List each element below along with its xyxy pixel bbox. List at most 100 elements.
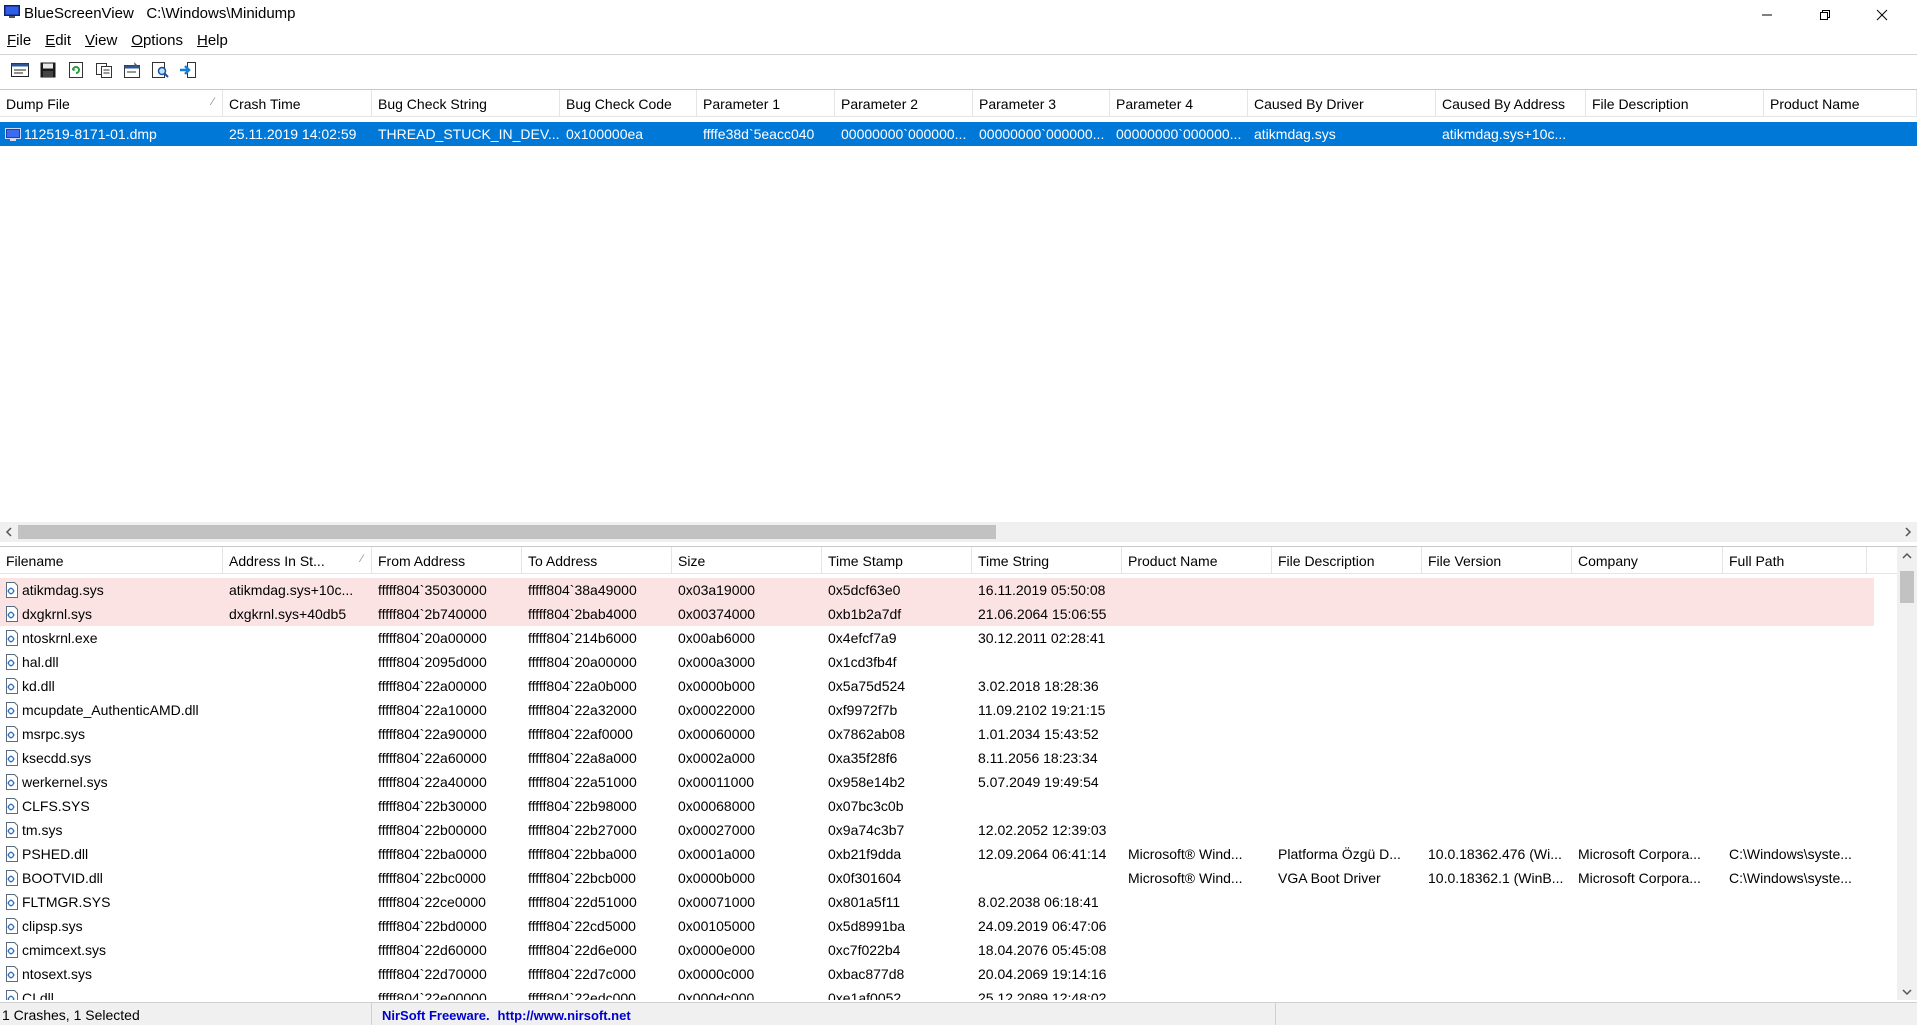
col-dump-file[interactable]: Dump File ∕ bbox=[0, 90, 223, 117]
vertical-scroll-thumb[interactable] bbox=[1900, 571, 1914, 603]
driver-file-icon bbox=[5, 606, 19, 625]
file-description-cell bbox=[1272, 818, 1422, 842]
close-button[interactable] bbox=[1859, 0, 1905, 30]
nirsoft-url-link[interactable]: http://www.nirsoft.net bbox=[494, 1008, 631, 1023]
col-parameter-4[interactable]: Parameter 4 bbox=[1110, 90, 1248, 117]
driver-row[interactable]: tm.sys fffff804`22b00000 fffff804`22b27000… bbox=[0, 818, 1917, 842]
col-bug-check-code[interactable]: Bug Check Code bbox=[560, 90, 697, 117]
minimize-button[interactable] bbox=[1744, 0, 1790, 30]
driver-row[interactable]: PSHED.dll fffff804`22ba0000 fffff804`22bba… bbox=[0, 842, 1917, 866]
col-parameter-2[interactable]: Parameter 2 bbox=[835, 90, 973, 117]
col-product-name[interactable]: Product Name bbox=[1764, 90, 1917, 117]
address-in-stack-cell: dxgkrnl.sys+40db5 bbox=[229, 606, 347, 622]
col-time-stamp[interactable]: Time Stamp bbox=[822, 547, 972, 574]
driver-row[interactable]: ksecdd.sys fffff804`22a60000 fffff804`22a8… bbox=[0, 746, 1917, 770]
col-from-address-label: From Address bbox=[378, 553, 466, 569]
col-crash-time[interactable]: Crash Time bbox=[223, 90, 372, 117]
app-name: BlueScreenView bbox=[24, 5, 134, 22]
product-name-cell bbox=[1122, 962, 1272, 986]
col-file-description[interactable]: File Description bbox=[1272, 547, 1422, 574]
file-version-cell bbox=[1422, 650, 1572, 674]
size-cell: 0x0000e000 bbox=[678, 942, 756, 958]
col-size[interactable]: Size bbox=[672, 547, 822, 574]
col-caused-by-driver[interactable]: Caused By Driver bbox=[1248, 90, 1436, 117]
full-path-cell bbox=[1723, 986, 1867, 1000]
col-parameter-1[interactable]: Parameter 1 bbox=[697, 90, 835, 117]
col-full-path[interactable]: Full Path bbox=[1723, 547, 1867, 574]
menu-file-accel: F bbox=[7, 32, 17, 49]
col-parameter-3[interactable]: Parameter 3 bbox=[973, 90, 1110, 117]
time-string-cell: 25.12.2089 12:48:02 bbox=[978, 990, 1107, 1000]
col-time-string[interactable]: Time String bbox=[972, 547, 1122, 574]
html-report-button[interactable] bbox=[8, 58, 32, 82]
menu-view-label: iew bbox=[94, 32, 118, 49]
exit-button[interactable] bbox=[176, 58, 200, 82]
col-to-address[interactable]: To Address bbox=[522, 547, 672, 574]
scroll-down-arrow-icon[interactable] bbox=[1897, 983, 1917, 1000]
driver-file-icon bbox=[5, 726, 19, 745]
menu-file[interactable]: File bbox=[0, 30, 38, 52]
file-description-cell bbox=[1272, 674, 1422, 698]
filename-cell: cmimcext.sys bbox=[0, 938, 223, 962]
col-parameter-2-label: Parameter 2 bbox=[841, 96, 919, 112]
driver-row[interactable]: CI.dll fffff804`22e00000 fffff804`22edc000… bbox=[0, 986, 1917, 1000]
menu-help[interactable]: Help bbox=[190, 30, 235, 52]
col-file-version[interactable]: File Version bbox=[1422, 547, 1572, 574]
to-address-cell: fffff804`22edc000 bbox=[528, 990, 636, 1000]
time-string-cell: 12.02.2052 12:39:03 bbox=[978, 822, 1107, 838]
from-address-cell: fffff804`2095d000 bbox=[378, 654, 487, 670]
filename-cell: hal.dll bbox=[0, 650, 223, 674]
col-file-description[interactable]: File Description bbox=[1586, 90, 1764, 117]
time-stamp-cell: 0xe1af0052 bbox=[828, 990, 902, 1000]
crash-list-header: Dump File ∕ Crash Time Bug Check String B… bbox=[0, 90, 1917, 117]
col-bug-check-string[interactable]: Bug Check String bbox=[372, 90, 560, 117]
restore-button[interactable] bbox=[1802, 0, 1848, 30]
size-cell: 0x0000b000 bbox=[678, 678, 756, 694]
copy-button[interactable] bbox=[92, 58, 116, 82]
find-button[interactable] bbox=[148, 58, 172, 82]
refresh-button[interactable] bbox=[64, 58, 88, 82]
product-name-cell bbox=[1122, 794, 1272, 818]
driver-row[interactable]: ntoskrnl.exe fffff804`20a00000 fffff804`21… bbox=[0, 626, 1917, 650]
driver-row[interactable]: atikmdag.sys atikmdag.sys+10c... fffff804`… bbox=[0, 578, 1874, 602]
save-button[interactable] bbox=[36, 58, 60, 82]
scroll-right-arrow-icon[interactable] bbox=[1899, 522, 1917, 542]
scroll-up-arrow-icon[interactable] bbox=[1897, 547, 1917, 565]
driver-filename: kd.dll bbox=[22, 678, 55, 694]
vertical-scrollbar[interactable] bbox=[1897, 547, 1917, 1000]
col-product-name[interactable]: Product Name bbox=[1122, 547, 1272, 574]
horizontal-scroll-thumb[interactable] bbox=[18, 525, 996, 539]
from-address-cell: fffff804`22bd0000 bbox=[378, 918, 487, 934]
col-address-in-stack[interactable]: Address In St... ∕ bbox=[223, 547, 372, 574]
to-address-cell: fffff804`22d51000 bbox=[528, 894, 637, 910]
crash-row[interactable]: 112519-8171-01.dmp 25.11.2019 14:02:59 T… bbox=[0, 122, 1917, 146]
driver-row[interactable]: ntosext.sys fffff804`22d70000 fffff804`22d… bbox=[0, 962, 1917, 986]
driver-row[interactable]: clipsp.sys fffff804`22bd0000 fffff804`22cd… bbox=[0, 914, 1917, 938]
driver-row[interactable]: cmimcext.sys fffff804`22d60000 fffff804`22… bbox=[0, 938, 1917, 962]
driver-row[interactable]: msrpc.sys fffff804`22a90000 fffff804`22af0… bbox=[0, 722, 1917, 746]
col-filename[interactable]: Filename bbox=[0, 547, 223, 574]
driver-row[interactable]: mcupdate_AuthenticAMD.dll fffff804`22a100… bbox=[0, 698, 1917, 722]
col-caused-by-address[interactable]: Caused By Address bbox=[1436, 90, 1586, 117]
driver-row[interactable]: werkernel.sys fffff804`22a40000 fffff804`2… bbox=[0, 770, 1917, 794]
properties-button[interactable] bbox=[120, 58, 144, 82]
horizontal-scrollbar[interactable] bbox=[0, 522, 1917, 542]
menu-options[interactable]: Options bbox=[124, 30, 190, 52]
menu-view[interactable]: View bbox=[78, 30, 124, 52]
to-address-cell: fffff804`22a51000 bbox=[528, 774, 637, 790]
driver-row[interactable]: CLFS.SYS fffff804`22b30000 fffff804`22b980… bbox=[0, 794, 1917, 818]
menu-edit-accel: E bbox=[45, 32, 56, 49]
col-from-address[interactable]: From Address bbox=[372, 547, 522, 574]
scroll-left-arrow-icon[interactable] bbox=[0, 522, 18, 542]
filename-cell: ksecdd.sys bbox=[0, 746, 223, 770]
driver-filename: PSHED.dll bbox=[22, 846, 89, 862]
col-company[interactable]: Company bbox=[1572, 547, 1723, 574]
driver-row[interactable]: hal.dll fffff804`2095d000 fffff804`20a0000… bbox=[0, 650, 1917, 674]
driver-row[interactable]: dxgkrnl.sys dxgkrnl.sys+40db5 fffff804`2b7… bbox=[0, 602, 1874, 626]
time-string-cell: 8.11.2056 18:23:34 bbox=[978, 750, 1098, 766]
menu-edit[interactable]: Edit bbox=[38, 30, 78, 52]
driver-row[interactable]: kd.dll fffff804`22a00000 fffff804`22a0b000… bbox=[0, 674, 1917, 698]
driver-row[interactable]: BOOTVID.dll fffff804`22bc0000 fffff804`22b… bbox=[0, 866, 1917, 890]
find-icon bbox=[152, 61, 169, 78]
driver-row[interactable]: FLTMGR.SYS fffff804`22ce0000 fffff804`22d5… bbox=[0, 890, 1917, 914]
